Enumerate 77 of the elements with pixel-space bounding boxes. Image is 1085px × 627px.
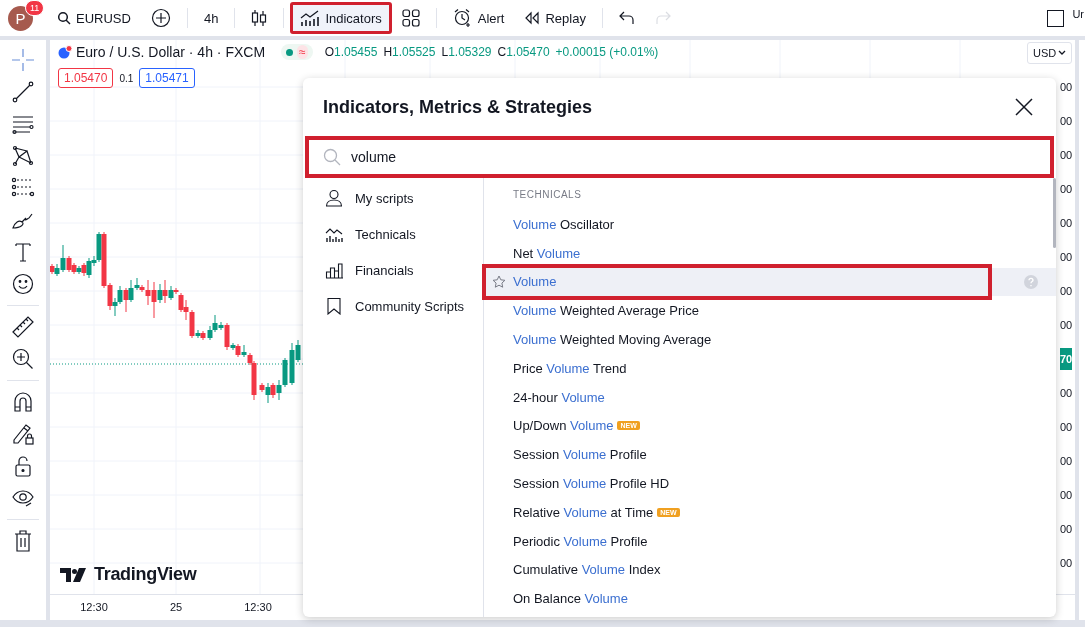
time-label: 12:30 — [243, 600, 273, 615]
indicator-item[interactable]: Session Volume Profile HD — [484, 469, 1056, 498]
alarm-clock-icon — [452, 8, 473, 28]
toolbar-label: Ur — [1072, 8, 1084, 20]
interval-button[interactable]: 4h — [193, 2, 229, 34]
currency-dropdown[interactable]: USD — [1027, 42, 1072, 64]
price-label: 00 — [1060, 284, 1073, 299]
tradingview-logo: TradingView — [60, 564, 197, 585]
indicator-item[interactable]: Volume Weighted Moving Average — [484, 325, 1056, 354]
price-label: 00 — [1060, 216, 1073, 231]
bookmark-icon — [325, 297, 343, 315]
grid-icon — [401, 9, 420, 27]
ohlc-value: H1.05525 — [383, 45, 436, 59]
indicator-item[interactable]: Periodic Volume Profile — [484, 526, 1056, 556]
indicators-button[interactable]: Indicators — [290, 2, 392, 34]
close-icon — [1015, 98, 1033, 116]
star-icon[interactable] — [492, 274, 506, 289]
indicator-item[interactable]: Volume Weighted Average Price — [484, 296, 1056, 326]
alert-button[interactable]: Alert — [442, 2, 515, 34]
scrollbar-thumb[interactable] — [1053, 178, 1056, 248]
indicator-item[interactable]: Cumulative Volume Index — [484, 555, 1056, 585]
price-label: 00 — [1060, 386, 1073, 401]
search-field[interactable]: volume — [349, 148, 1050, 166]
spread-value: 0.1 — [119, 72, 134, 84]
price-label: 00 — [1060, 114, 1073, 129]
ohlc-value: O1.05455 — [324, 45, 378, 59]
fullscreen-button[interactable] — [1047, 9, 1065, 27]
redo-icon — [654, 11, 671, 25]
person-icon — [325, 189, 343, 207]
ohlc-value: C1.05470 — [497, 45, 550, 59]
notification-badge: 11 — [25, 0, 45, 16]
price-label: 00 — [1060, 182, 1073, 197]
globe-flag-icon — [58, 45, 72, 59]
price-label: 00 — [1060, 148, 1073, 163]
ohlc-value: L1.05329 — [441, 45, 492, 59]
buy-price-button[interactable]: 1.05471 — [139, 68, 195, 88]
search-box[interactable]: volume — [305, 136, 1054, 178]
indicator-item[interactable]: Net Volume — [484, 238, 1056, 268]
price-label: 00 — [1060, 556, 1073, 571]
logo-icon — [60, 567, 88, 582]
rewind-icon — [524, 11, 541, 25]
price-label: 00 — [1060, 250, 1073, 265]
price-change: +0.00015 (+0.01%) — [555, 45, 659, 59]
dialog-title: Indicators, Metrics & Strategies — [323, 96, 593, 118]
market-status-icon: ≈ — [281, 44, 313, 60]
time-label: 25 — [168, 600, 184, 615]
price-label: 00 — [1060, 318, 1073, 333]
indicator-item[interactable]: Volume Oscillator — [484, 210, 1056, 239]
indicator-item[interactable]: Session Volume Profile — [484, 440, 1056, 470]
last-price-label: 70 — [1060, 348, 1073, 370]
candles-icon — [251, 8, 268, 28]
symbol-search-button[interactable]: EURUSD — [47, 2, 141, 34]
search-icon — [57, 11, 71, 25]
category-item[interactable]: Financials — [303, 252, 483, 288]
indicator-item[interactable]: Volume — [484, 267, 1056, 297]
section-header: TECHNICALS — [512, 188, 583, 202]
price-label: 00 — [1060, 420, 1073, 435]
search-icon — [323, 148, 341, 166]
indicator-item[interactable]: 24-hour Volume — [484, 382, 1056, 412]
category-item[interactable]: Community Scripts — [303, 288, 483, 324]
bar-chart-icon — [325, 261, 343, 279]
indicator-item[interactable]: Price Volume Trend — [484, 354, 1056, 383]
symbol-title: Euro / U.S. Dollar · 4h · FXCM — [76, 44, 266, 60]
indicator-item[interactable]: On Balance Volume — [484, 584, 1056, 614]
price-label: 00 — [1060, 454, 1073, 469]
time-label: 12:30 — [79, 600, 109, 615]
category-item[interactable]: Technicals — [303, 216, 483, 252]
caret-icon — [1058, 50, 1066, 56]
price-label: 00 — [1060, 488, 1073, 503]
price-label: 00 — [1060, 522, 1073, 537]
price-label: 00 — [1060, 80, 1073, 95]
category-item[interactable]: My scripts — [303, 180, 483, 216]
indicators-icon — [300, 9, 321, 27]
plus-circle-icon — [150, 8, 171, 28]
replay-button[interactable]: Replay — [514, 2, 596, 34]
sell-price-button[interactable]: 1.05470 — [58, 68, 114, 88]
undo-icon — [618, 11, 635, 25]
